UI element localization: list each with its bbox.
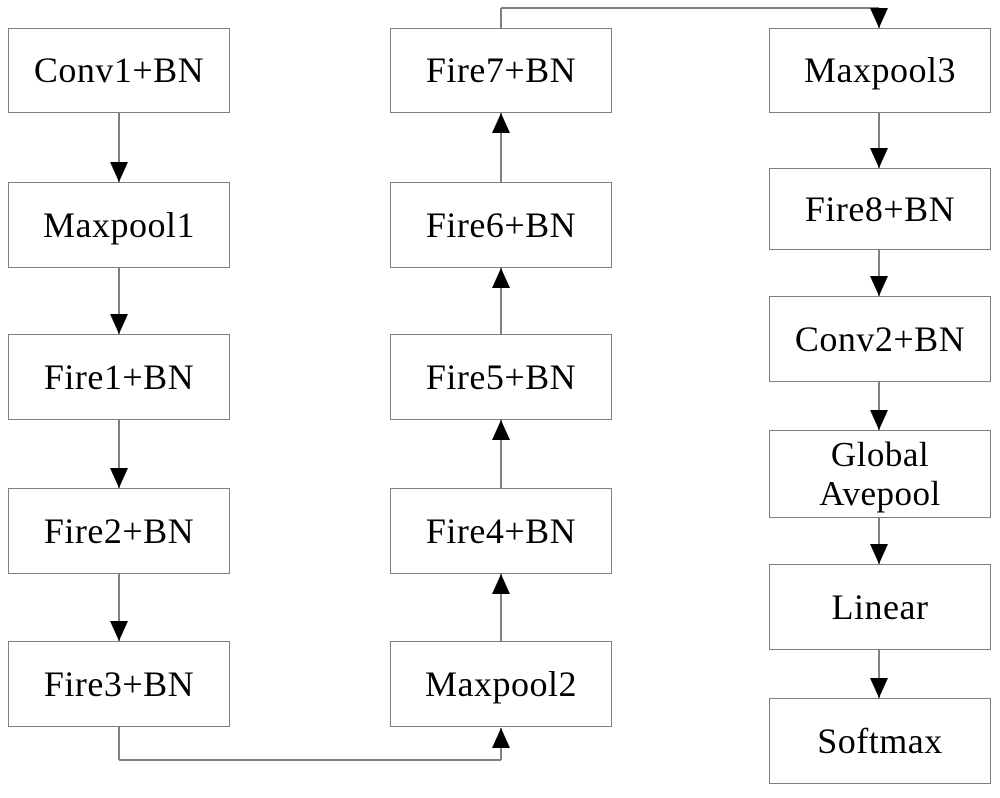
flow-arrow [500, 7, 888, 28]
node-conv1-bn: Conv1+BN [8, 28, 230, 113]
flow-arrow [492, 574, 510, 641]
node-fire1-bn: Fire1+BN [8, 334, 230, 420]
flow-arrow [870, 650, 888, 698]
flow-arrow [492, 113, 510, 182]
node-fire7-bn: Fire7+BN [390, 28, 612, 113]
node-softmax: Softmax [769, 698, 991, 784]
flow-arrow [870, 250, 888, 296]
node-maxpool1: Maxpool1 [8, 182, 230, 268]
flowchart-canvas: Conv1+BN Maxpool1 Fire1+BN Fire2+BN Fire3+BN… [0, 0, 1000, 798]
flow-arrow [118, 727, 510, 761]
node-linear: Linear [769, 564, 991, 650]
node-maxpool2: Maxpool2 [390, 641, 612, 727]
flow-arrow [870, 113, 888, 168]
node-fire2-bn: Fire2+BN [8, 488, 230, 574]
flow-arrow [110, 113, 128, 182]
flow-arrow [492, 420, 510, 488]
node-conv2-bn: Conv2+BN [769, 296, 991, 382]
flow-arrow [492, 268, 510, 334]
flow-arrow [110, 574, 128, 641]
flow-arrow [110, 420, 128, 488]
node-fire8-bn: Fire8+BN [769, 168, 991, 250]
node-fire4-bn: Fire4+BN [390, 488, 612, 574]
node-global-avepool: Global Avepool [769, 430, 991, 518]
node-fire6-bn: Fire6+BN [390, 182, 612, 268]
flow-arrow [870, 382, 888, 430]
flow-arrow [870, 518, 888, 564]
node-fire5-bn: Fire5+BN [390, 334, 612, 420]
node-fire3-bn: Fire3+BN [8, 641, 230, 727]
node-maxpool3: Maxpool3 [769, 28, 991, 113]
flow-arrow [110, 268, 128, 334]
